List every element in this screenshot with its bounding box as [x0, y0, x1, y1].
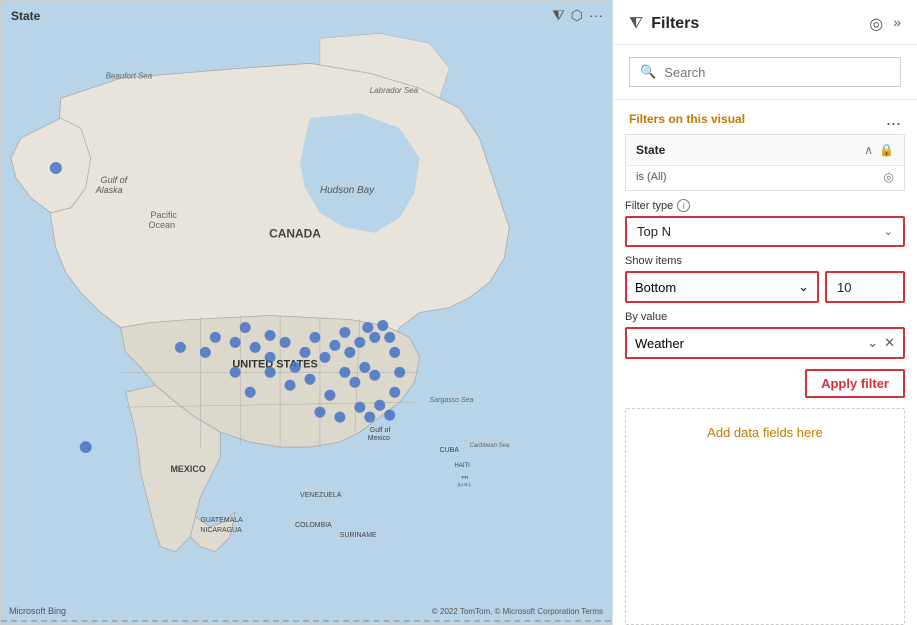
- svg-text:VENEZUELA: VENEZUELA: [300, 492, 342, 499]
- svg-text:Beaufort Sea: Beaufort Sea: [106, 71, 153, 80]
- filter-type-chevron-icon: ⌄: [884, 225, 893, 238]
- svg-text:PR: PR: [461, 475, 468, 481]
- map-toolbar: ⧨ ⬡ ···: [552, 7, 603, 24]
- export-icon[interactable]: ⬡: [571, 7, 583, 24]
- show-items-section: Show items Bottom ⌄: [613, 255, 917, 311]
- filters-visual-label: Filters on this visual: [629, 112, 745, 126]
- state-filter-icons: ∧ 🔒: [864, 143, 894, 157]
- state-eye-icon[interactable]: ◎: [884, 170, 894, 184]
- more-icon[interactable]: ···: [589, 7, 603, 24]
- svg-text:GUATEMALA: GUATEMALA: [200, 517, 243, 524]
- filter-header-icons: ◎ »: [869, 14, 901, 34]
- map-bottom-border: [1, 620, 611, 624]
- lock-icon[interactable]: 🔒: [879, 143, 894, 157]
- show-items-direction-value: Bottom: [635, 280, 676, 295]
- filter-panel-title: Filters: [651, 15, 861, 33]
- show-items-row: Bottom ⌄: [625, 271, 905, 303]
- svg-text:Caribbean Sea: Caribbean Sea: [469, 443, 510, 449]
- state-filter-body: is (All) ◎: [626, 166, 904, 190]
- svg-text:Labrador Sea: Labrador Sea: [370, 86, 419, 95]
- by-value-section: By value Weather ⌄ ✕: [613, 311, 917, 369]
- add-data-fields-area[interactable]: Add data fields here: [625, 408, 905, 625]
- svg-text:Pacific: Pacific: [151, 210, 178, 220]
- state-filter-value: is (All): [636, 171, 667, 183]
- svg-text:COLOMBIA: COLOMBIA: [295, 522, 332, 529]
- map-title: State: [11, 9, 40, 23]
- chevron-up-icon[interactable]: ∧: [864, 143, 873, 157]
- svg-text:SURINAME: SURINAME: [340, 532, 377, 539]
- map-panel: State ⧨ ⬡ ··· Gulf of Alas: [0, 0, 612, 625]
- show-items-chevron-icon: ⌄: [798, 279, 809, 295]
- search-icon: 🔍: [640, 64, 656, 80]
- svg-text:(U.S.): (U.S.): [458, 482, 471, 488]
- apply-filter-button[interactable]: Apply filter: [805, 369, 905, 398]
- show-items-direction-select[interactable]: Bottom ⌄: [625, 271, 819, 303]
- filters-more-button[interactable]: ...: [886, 110, 901, 128]
- filter-type-select[interactable]: Top N ⌄: [625, 216, 905, 247]
- svg-text:UNITED STATES: UNITED STATES: [232, 358, 317, 370]
- filter-panel: ⧨ Filters ◎ » 🔍 Filters on this visual .…: [612, 0, 917, 625]
- by-value-clear-icon[interactable]: ✕: [884, 335, 895, 351]
- svg-text:Gulf of: Gulf of: [370, 427, 391, 434]
- filter-icon[interactable]: ⧨: [552, 7, 565, 24]
- by-value-chevron-icon[interactable]: ⌄: [867, 335, 878, 351]
- by-value-value: Weather: [635, 336, 684, 351]
- filter-type-info-icon[interactable]: i: [677, 199, 690, 212]
- filter-type-label: Filter type i: [625, 199, 905, 212]
- state-filter-card: State ∧ 🔒 is (All) ◎: [625, 134, 905, 191]
- eye-icon[interactable]: ◎: [869, 14, 883, 34]
- filter-type-section: Filter type i Top N ⌄: [613, 199, 917, 255]
- svg-text:Sargasso Sea: Sargasso Sea: [430, 397, 474, 404]
- svg-text:CUBA: CUBA: [440, 447, 460, 454]
- apply-filter-row: Apply filter: [613, 369, 917, 408]
- show-items-label: Show items: [625, 255, 905, 267]
- by-value-icons: ⌄ ✕: [867, 335, 895, 351]
- by-value-select[interactable]: Weather ⌄ ✕: [625, 327, 905, 359]
- svg-text:Gulf of: Gulf of: [101, 175, 129, 185]
- by-value-label: By value: [625, 311, 905, 323]
- svg-text:NICARAGUA: NICARAGUA: [200, 527, 242, 534]
- search-container: 🔍: [613, 45, 917, 100]
- svg-text:HAITI: HAITI: [455, 463, 471, 469]
- svg-text:Mexico: Mexico: [368, 435, 390, 442]
- search-input[interactable]: [664, 65, 890, 80]
- map-attribution: © 2022 TomTom, © Microsoft Corporation T…: [432, 607, 603, 616]
- svg-text:Hudson Bay: Hudson Bay: [320, 185, 375, 196]
- svg-text:MEXICO: MEXICO: [170, 464, 205, 474]
- state-filter-name: State: [636, 143, 665, 157]
- filter-funnel-icon: ⧨: [629, 15, 643, 33]
- svg-text:Ocean: Ocean: [149, 220, 175, 230]
- filter-header: ⧨ Filters ◎ »: [613, 0, 917, 45]
- bing-logo: Microsoft Bing: [9, 606, 66, 616]
- filters-visual-header: Filters on this visual ...: [613, 100, 917, 134]
- show-items-count-input[interactable]: [825, 271, 905, 303]
- chevron-right-icon[interactable]: »: [893, 14, 901, 34]
- state-filter-card-header: State ∧ 🔒: [626, 135, 904, 166]
- svg-text:CANADA: CANADA: [269, 227, 321, 241]
- search-box: 🔍: [629, 57, 901, 87]
- svg-text:Alaska: Alaska: [95, 185, 123, 195]
- filter-type-value: Top N: [637, 224, 671, 239]
- map-svg: Gulf of Alaska Pacific Ocean Hudson Bay …: [1, 1, 611, 624]
